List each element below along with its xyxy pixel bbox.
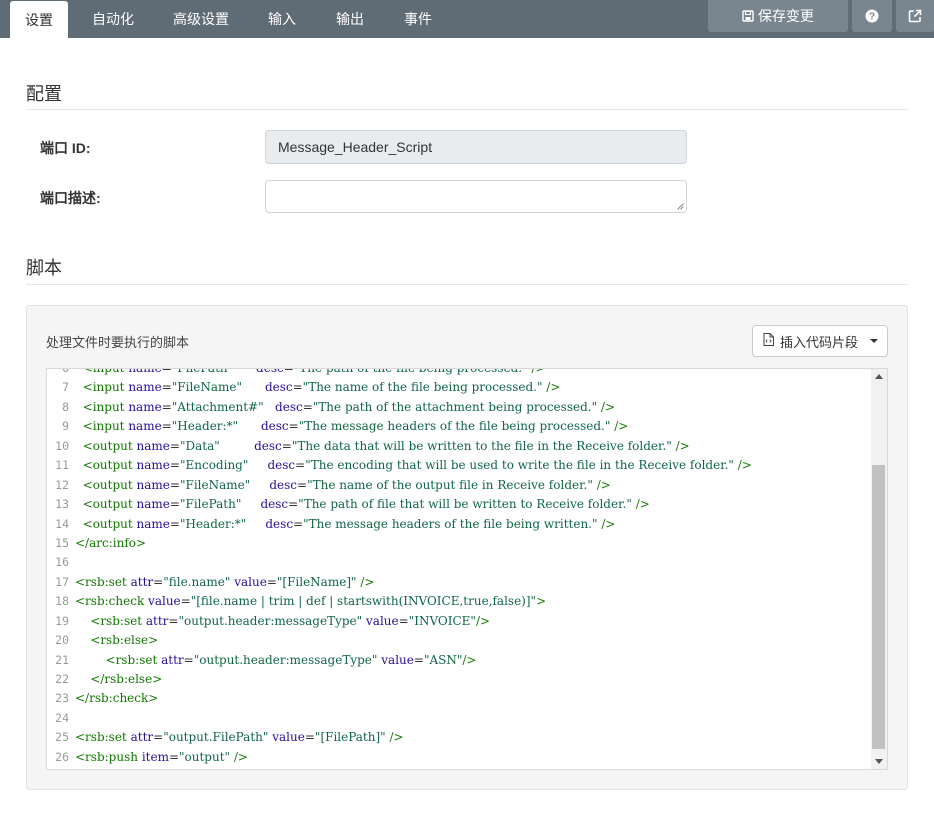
code-text: </rsb:else> — [90, 672, 163, 686]
tab-output[interactable]: 输出 — [326, 0, 374, 38]
code-line: 8 <input name="Attachment#" desc="The pa… — [47, 398, 873, 417]
line-number: 19 — [55, 613, 69, 628]
scrollbar-thumb[interactable] — [872, 465, 885, 749]
open-external-button[interactable] — [896, 0, 934, 32]
script-divider — [26, 284, 908, 285]
code-line: 13 <output name="FilePath" desc="The pat… — [47, 495, 873, 514]
code-line: 23 </rsb:check> — [47, 689, 873, 708]
script-heading: 脚本 — [26, 258, 62, 278]
question-circle-icon: ? — [865, 9, 879, 23]
line-number: 7 — [62, 380, 69, 395]
top-nav-bar: 设置 自动化 高级设置 输入 输出 事件 保存变更 ? — [0, 0, 934, 38]
config-divider — [26, 109, 908, 110]
tab-advanced[interactable]: 高级设置 — [164, 0, 238, 38]
code-line: 18 <rsb:check value="[file.name | trim | … — [47, 592, 873, 611]
code-line: 16 — [47, 553, 873, 572]
code-text: <output name="Data" desc="The data that … — [82, 438, 690, 453]
editor-scrollbar[interactable] — [871, 369, 887, 769]
code-text: <output name="Header:*" desc="The messag… — [82, 516, 616, 531]
line-number: 14 — [55, 516, 69, 531]
save-changes-label: 保存变更 — [758, 8, 814, 24]
chevron-down-icon — [870, 339, 879, 343]
tab-input[interactable]: 输入 — [258, 0, 306, 38]
code-line: 12 <output name="FileName" desc="The nam… — [47, 476, 873, 495]
code-text: <output name="FileName" desc="The name o… — [82, 477, 611, 492]
code-lines: 6 <input name="FilePath" desc="The path … — [47, 368, 873, 767]
tab-automation[interactable]: 自动化 — [84, 0, 142, 38]
code-text: <rsb:set attr="file.name" value="[FileNa… — [75, 574, 375, 589]
line-number: 11 — [55, 458, 69, 473]
code-text: <rsb:set attr="output.header:messageType… — [105, 652, 477, 667]
code-text: <input name="Attachment#" desc="The path… — [82, 399, 616, 414]
port-id-label: 端口 ID: — [40, 140, 91, 156]
code-text: <rsb:set attr="output.header:messageType… — [90, 613, 491, 628]
line-number: 9 — [62, 419, 69, 434]
line-number: 10 — [55, 438, 69, 453]
code-line: 10 <output name="Data" desc="The data th… — [47, 437, 873, 456]
code-line: 11 <output name="Encoding" desc="The enc… — [47, 456, 873, 475]
help-button[interactable]: ? — [852, 0, 892, 32]
code-text: <rsb:push item="output" /> — [75, 749, 248, 764]
config-heading: 配置 — [26, 84, 62, 104]
code-text: <rsb:check value="[file.name | trim | de… — [75, 594, 547, 609]
insert-snippet-button[interactable]: 插入代码片段 — [752, 325, 888, 357]
tab-settings[interactable]: 设置 — [10, 1, 68, 38]
code-text: <output name="FilePath" desc="The path o… — [82, 497, 650, 512]
line-number: 6 — [62, 368, 69, 375]
line-number: 23 — [55, 691, 69, 706]
code-line: 21 <rsb:set attr="output.header:messageT… — [47, 651, 873, 670]
line-number: 15 — [55, 535, 69, 550]
resize-handle-icon[interactable] — [677, 203, 684, 210]
line-number: 20 — [55, 633, 69, 648]
code-line: 17 <rsb:set attr="file.name" value="[File… — [47, 573, 873, 592]
code-line: 14 <output name="Header:*" desc="The mes… — [47, 515, 873, 534]
code-text: <rsb:set attr="output.FilePath" value="[… — [75, 730, 404, 745]
code-line: 22 </rsb:else> — [47, 670, 873, 689]
line-number: 24 — [55, 710, 69, 725]
line-number: 25 — [55, 730, 69, 745]
code-line: 20 <rsb:else> — [47, 631, 873, 650]
line-number: 21 — [55, 652, 69, 667]
code-text: <input name="FilePath" desc="The path of… — [82, 368, 546, 375]
file-code-icon — [763, 333, 774, 349]
line-number: 16 — [55, 555, 69, 570]
line-number: 18 — [55, 594, 69, 609]
code-text: <input name="FileName" desc="The name of… — [82, 380, 561, 395]
code-editor[interactable]: 6 <input name="FilePath" desc="The path … — [46, 368, 888, 770]
script-card-label: 处理文件时要执行的脚本 — [46, 335, 190, 350]
insert-snippet-label: 插入代码片段 — [780, 334, 859, 350]
port-description-field[interactable] — [265, 180, 687, 213]
code-line: 26 <rsb:push item="output" /> — [47, 748, 873, 767]
code-text: <rsb:else> — [90, 633, 159, 648]
tab-events[interactable]: 事件 — [394, 0, 442, 38]
code-text: <output name="Encoding" desc="The encodi… — [82, 458, 752, 473]
line-number: 17 — [55, 574, 69, 589]
line-number: 22 — [55, 672, 69, 686]
code-line: 15 </arc:info> — [47, 534, 873, 553]
save-icon — [742, 10, 754, 22]
line-number: 13 — [55, 497, 69, 512]
code-line: 24 — [47, 709, 873, 728]
svg-text:?: ? — [869, 12, 875, 23]
save-changes-button[interactable]: 保存变更 — [708, 0, 848, 32]
code-line: 7 <input name="FileName" desc="The name … — [47, 378, 873, 397]
scroll-down-icon[interactable] — [875, 759, 883, 764]
port-id-field[interactable]: Message_Header_Script — [265, 130, 687, 164]
code-line: 6 <input name="FilePath" desc="The path … — [47, 368, 873, 378]
scroll-up-icon[interactable] — [875, 374, 883, 379]
external-link-icon — [908, 9, 922, 23]
code-line: 19 <rsb:set attr="output.header:messageT… — [47, 612, 873, 631]
code-text: </arc:info> — [75, 535, 147, 550]
line-number: 8 — [62, 399, 69, 414]
line-number: 12 — [55, 477, 69, 492]
port-description-label: 端口描述: — [40, 190, 101, 206]
line-number: 26 — [55, 749, 69, 764]
code-line: 25 <rsb:set attr="output.FilePath" value=… — [47, 728, 873, 747]
code-text: <input name="Header:*" desc="The message… — [82, 419, 629, 434]
code-line: 9 <input name="Header:*" desc="The messa… — [47, 417, 873, 436]
code-text: </rsb:check> — [75, 691, 159, 706]
